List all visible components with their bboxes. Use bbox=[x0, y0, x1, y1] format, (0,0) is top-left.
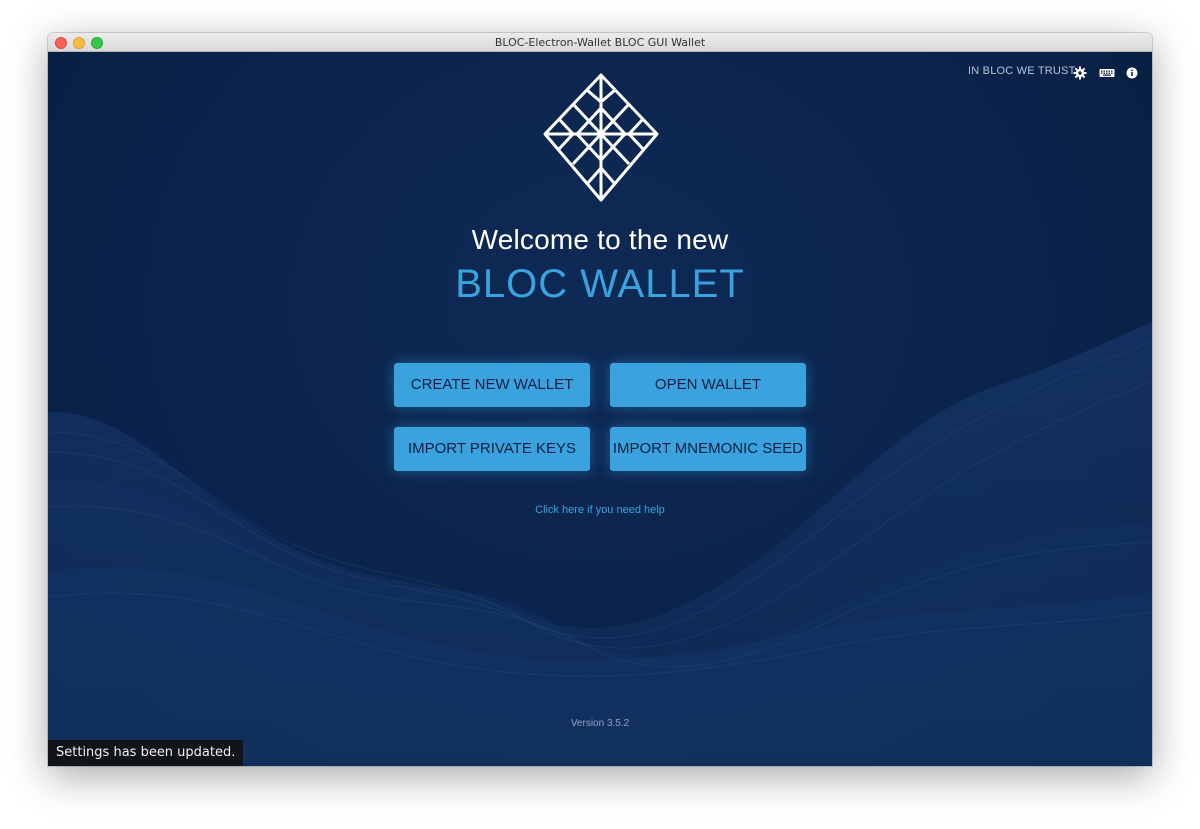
toast-notification: Settings has been updated. bbox=[48, 740, 244, 766]
help-link[interactable]: Click here if you need help bbox=[48, 504, 1152, 516]
tagline-text: IN BLOC WE TRUST bbox=[968, 65, 1076, 77]
info-icon[interactable] bbox=[1126, 66, 1138, 80]
brand-title: BLOC WALLET bbox=[455, 262, 745, 306]
import-mnemonic-seed-button[interactable]: IMPORT MNEMONIC SEED bbox=[610, 427, 806, 471]
window-title: BLOC-Electron-Wallet BLOC GUI Wallet bbox=[494, 36, 706, 49]
app-window: BLOC-Electron-Wallet BLOC GUI Wallet IN … bbox=[48, 33, 1152, 766]
create-new-wallet-button[interactable]: CREATE NEW WALLET bbox=[394, 363, 590, 407]
import-private-keys-button[interactable]: IMPORT PRIVATE KEYS bbox=[394, 427, 590, 471]
open-wallet-button[interactable]: OPEN WALLET bbox=[610, 363, 806, 407]
welcome-heading: Welcome to the new bbox=[471, 224, 729, 255]
gear-icon[interactable] bbox=[1073, 66, 1087, 80]
main-content: IN BLOC WE TRUST Welcome to the new BLOC… bbox=[48, 52, 1152, 766]
bloc-logo bbox=[543, 73, 659, 202]
title-bar[interactable]: BLOC-Electron-Wallet BLOC GUI Wallet bbox=[48, 33, 1152, 52]
keyboard-icon[interactable] bbox=[1099, 66, 1115, 80]
version-label: Version 3.5.2 bbox=[570, 718, 630, 729]
